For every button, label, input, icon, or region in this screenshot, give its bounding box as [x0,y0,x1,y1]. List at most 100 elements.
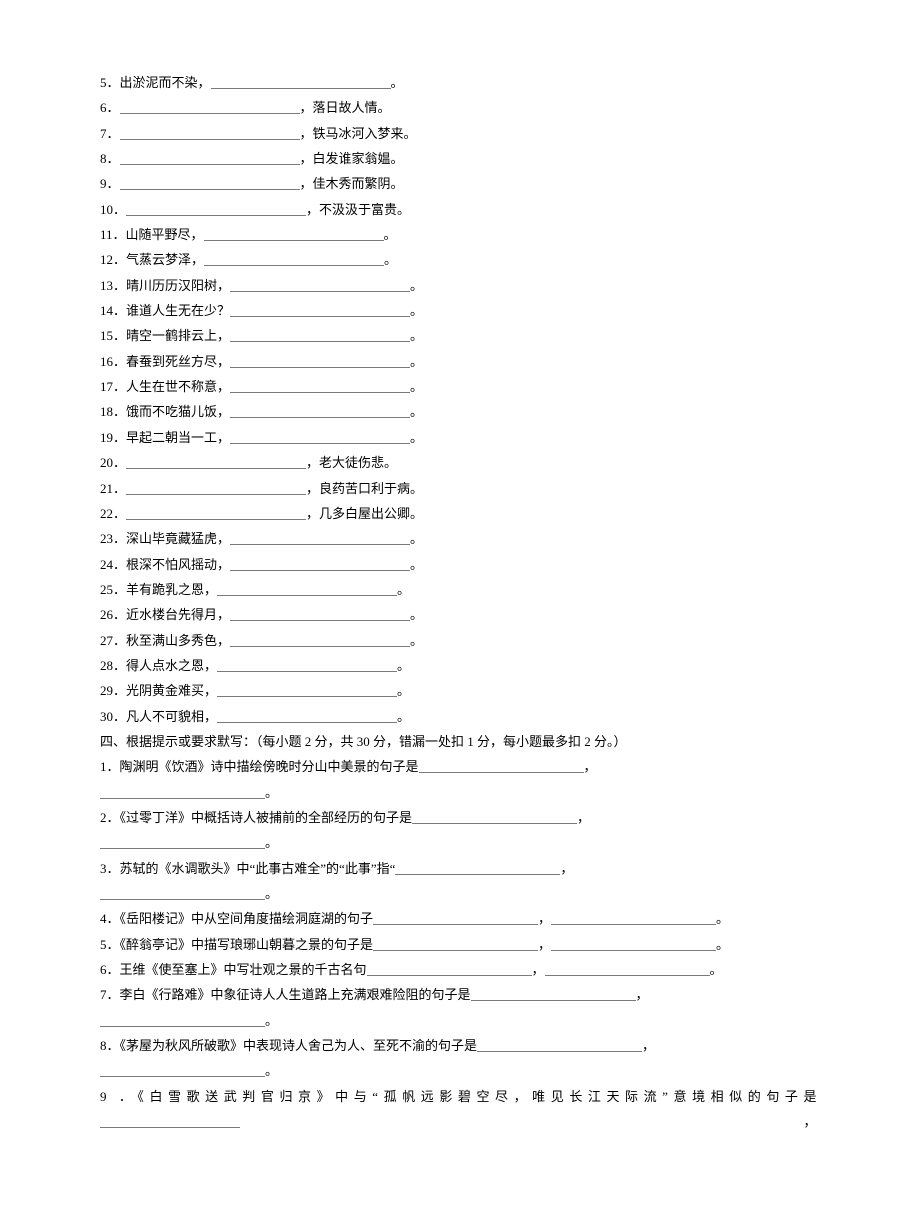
terminator: 。 [265,785,278,800]
item-number: 22． [100,506,126,521]
answer-blank[interactable] [373,935,538,950]
item-number: 11． [100,227,126,242]
item-post: ，白发谁家翁媪。 [300,151,404,166]
answer-blank[interactable] [217,657,397,672]
answer-blank[interactable] [126,505,306,520]
answer-blank[interactable] [477,1037,642,1052]
section4-item: 8．《茅屋为秋风所破歌》中表现诗人舍己为人、至死不渝的句子是， [100,1033,820,1058]
item-post: ，几多白屋出公卿。 [306,506,423,521]
answer-blank[interactable] [211,74,391,89]
item-pre: 气蒸云梦泽， [126,252,204,267]
answer-blank[interactable] [100,834,265,849]
answer-blank[interactable] [230,352,410,367]
answer-blank[interactable] [419,758,584,773]
q-number: 7． [100,987,120,1002]
answer-blank[interactable] [126,200,306,215]
answer-blank[interactable] [100,1113,240,1128]
item-number: 15． [100,328,126,343]
answer-blank[interactable] [545,961,710,976]
answer-blank[interactable] [100,885,265,900]
q-text: 苏轼的《水调歌头》中“此事古难全”的“此事”指“ [120,861,396,876]
answer-blank[interactable] [230,606,410,621]
answer-blank[interactable] [230,302,410,317]
answer-blank[interactable] [120,124,300,139]
item-post: 。 [410,531,423,546]
terminator: 。 [265,1063,278,1078]
item-pre: 深山毕竟藏猛虎， [126,531,230,546]
answer-blank[interactable] [230,378,410,393]
item-number: 29． [100,683,126,698]
answer-blank[interactable] [217,581,397,596]
section4-heading-text: 四、根据提示或要求默写：（每小题 2 分，共 30 分，错漏一处扣 1 分，每小… [100,734,627,749]
answer-blank[interactable] [551,935,716,950]
section4-item-cont: 。 [100,780,820,805]
fill-item: 17．人生在世不称意，。 [100,374,820,399]
answer-blank[interactable] [471,986,636,1001]
separator: ， [642,1038,655,1053]
answer-blank[interactable] [100,1011,265,1026]
section4-item-cont: 。 [100,1008,820,1033]
terminator: 。 [265,1013,278,1028]
fill-item: 23．深山毕竟藏猛虎，。 [100,526,820,551]
answer-blank[interactable] [412,809,577,824]
answer-blank[interactable] [230,403,410,418]
answer-blank[interactable] [120,99,300,114]
item-post: 。 [410,278,423,293]
section4-item: 1．陶渊明《饮酒》诗中描绘傍晚时分山中美景的句子是， [100,754,820,779]
fill-item: 5．出淤泥而不染，。 [100,70,820,95]
terminator: 。 [265,835,278,850]
item-number: 6． [100,100,120,115]
answer-blank[interactable] [204,226,384,241]
answer-blank[interactable] [217,707,397,722]
answer-blank[interactable] [126,454,306,469]
answer-blank[interactable] [100,783,265,798]
fill-item: 25．羊有跪乳之恩，。 [100,577,820,602]
answer-blank[interactable] [100,1062,265,1077]
answer-blank[interactable] [230,276,410,291]
answer-blank[interactable] [120,150,300,165]
answer-blank[interactable] [217,682,397,697]
answer-blank[interactable] [230,530,410,545]
answer-blank[interactable] [551,910,716,925]
fill-item: 22． ，几多白屋出公卿。 [100,501,820,526]
item-pre: 羊有跪乳之恩， [126,582,217,597]
separator: ， [560,861,573,876]
item-pre: 早起二朝当一工， [126,430,230,445]
section4-item-cont: 。 [100,881,820,906]
answer-blank[interactable] [230,555,410,570]
item-post: 。 [410,607,423,622]
answer-blank[interactable] [126,479,306,494]
answer-blank[interactable] [204,251,384,266]
q-number: 2． [100,810,120,825]
terminator: 。 [716,937,729,952]
answer-blank[interactable] [230,327,410,342]
section4-item: 4．《岳阳楼记》中从空间角度描绘洞庭湖的句子，。 [100,906,820,931]
item-pre: 人生在世不称意， [126,379,230,394]
item-post: 。 [410,379,423,394]
separator: ， [636,987,649,1002]
answer-blank[interactable] [230,631,410,646]
fill-item: 14．谁道人生无在少？。 [100,298,820,323]
answer-blank[interactable] [373,910,538,925]
item-post: ，老大徒伤悲。 [306,455,397,470]
q-number: 5． [100,937,120,952]
item-number: 8． [100,151,120,166]
separator: ， [538,911,551,926]
answer-blank[interactable] [230,429,410,444]
item-post: 。 [410,633,423,648]
answer-blank[interactable] [367,961,532,976]
fill-item: 12．气蒸云梦泽，。 [100,247,820,272]
fill-item: 10．，不汲汲于富贵。 [100,197,820,222]
q-number: 4． [100,911,120,926]
section4-item: 3．苏轼的《水调歌头》中“此事古难全”的“此事”指“， [100,856,820,881]
item-post: 。 [410,557,423,572]
item-number: 25． [100,582,126,597]
answer-blank[interactable] [395,859,560,874]
q-number: 1． [100,759,120,774]
terminator: 。 [265,886,278,901]
answer-blank[interactable] [120,175,300,190]
fill-item: 27．秋至满山多秀色，。 [100,628,820,653]
q-text: 王维《使至塞上》中写壮观之景的千古名句 [120,962,367,977]
item-pre: 近水楼台先得月， [126,607,230,622]
item-pre: 晴空一鹤排云上， [126,328,230,343]
